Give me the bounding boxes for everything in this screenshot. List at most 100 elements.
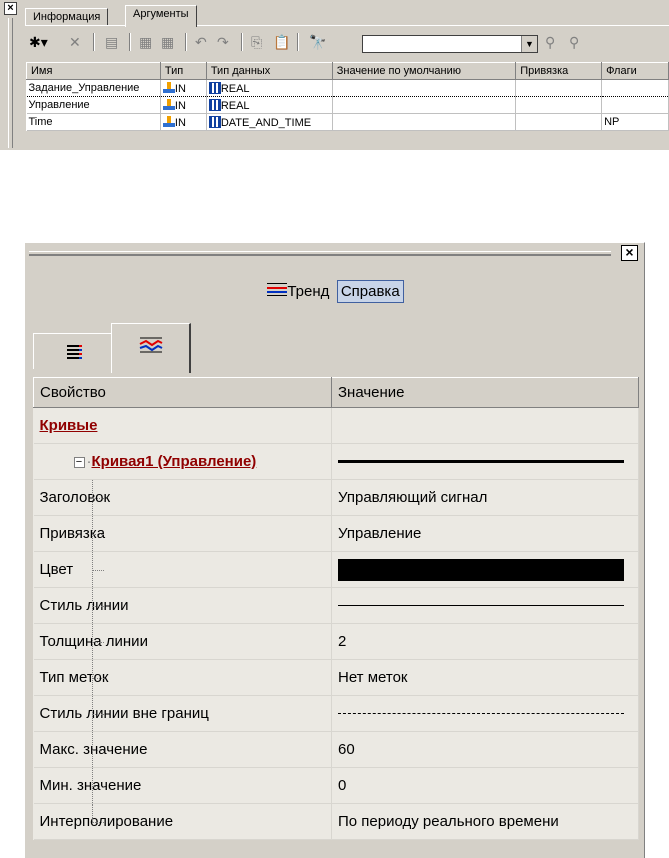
- add-argument-icon[interactable]: ✱▾: [29, 33, 48, 51]
- arg-default[interactable]: [332, 113, 517, 131]
- curve-label[interactable]: Кривая1 (Управление): [92, 453, 257, 470]
- copy-icon[interactable]: ⎘: [251, 33, 262, 51]
- panel-grip[interactable]: [8, 18, 13, 148]
- column-header[interactable]: Свойство: [33, 377, 332, 408]
- find-prev-icon[interactable]: ⚲: [569, 33, 579, 51]
- property-value[interactable]: 2: [338, 633, 346, 650]
- color-swatch[interactable]: [338, 558, 624, 581]
- property-value[interactable]: Управляющий сигнал: [338, 489, 487, 506]
- move-up-icon[interactable]: ▦: [139, 33, 152, 51]
- property-row[interactable]: Интерполирование По периоду реального вре…: [33, 803, 639, 840]
- property-row[interactable]: Толщина линии 2: [33, 623, 639, 660]
- category-row[interactable]: Кривые: [33, 407, 639, 444]
- arg-default[interactable]: [332, 96, 517, 114]
- table-row[interactable]: Time IN DATE_AND_TIME NP: [26, 113, 669, 131]
- property-name: Стиль линии вне границ: [39, 705, 209, 722]
- arg-name[interactable]: Задание_Управление: [26, 79, 161, 97]
- property-value[interactable]: 0: [338, 777, 346, 794]
- chevron-down-icon[interactable]: ▼: [521, 36, 537, 52]
- column-header[interactable]: Значение по умолчанию: [331, 62, 517, 80]
- property-row[interactable]: Макс. значение 60: [33, 731, 639, 768]
- property-name: Мин. значение: [39, 777, 142, 794]
- property-grid: Свойство Значение Кривые − ·Кривая1 (Упра…: [33, 377, 639, 840]
- tab-info[interactable]: Информация: [25, 8, 109, 26]
- tree-line: [91, 713, 104, 715]
- arg-binding[interactable]: [515, 113, 603, 131]
- arg-binding[interactable]: [515, 96, 603, 114]
- column-header[interactable]: Тип: [159, 62, 207, 80]
- input-direction-icon: [162, 81, 175, 93]
- property-name: Интерполирование: [39, 813, 174, 830]
- close-icon[interactable]: ×: [4, 2, 17, 15]
- trend-icon: [139, 337, 163, 353]
- column-header[interactable]: Значение: [331, 377, 639, 408]
- property-row[interactable]: Заголовок Управляющий сигнал: [33, 479, 639, 516]
- arg-default[interactable]: [332, 79, 517, 97]
- help-button[interactable]: Справка: [336, 280, 404, 303]
- toolbar-separator: [93, 33, 95, 51]
- arg-type: DATE_AND_TIME: [220, 116, 312, 129]
- curve-line-preview: [338, 460, 624, 463]
- delete-icon[interactable]: ✕: [69, 33, 81, 51]
- property-value[interactable]: Нет меток: [338, 669, 407, 686]
- datatype-icon: [208, 98, 221, 111]
- arg-name[interactable]: Управление: [26, 96, 161, 114]
- line-style-preview[interactable]: [338, 713, 624, 714]
- arg-name[interactable]: Time: [26, 113, 161, 131]
- tab-list-view[interactable]: [33, 333, 113, 369]
- curve-row[interactable]: − ·Кривая1 (Управление): [33, 443, 639, 480]
- property-value[interactable]: По периоду реального времени: [338, 813, 559, 830]
- move-down-icon[interactable]: ▦: [161, 33, 174, 51]
- tab-arguments[interactable]: Аргументы: [125, 5, 197, 27]
- close-icon[interactable]: ×: [621, 245, 638, 261]
- category-label[interactable]: Кривые: [40, 417, 98, 434]
- arg-flags[interactable]: NP: [601, 113, 669, 131]
- tab-divider: [25, 25, 669, 26]
- toolbar-separator: [185, 33, 187, 51]
- arg-type: REAL: [220, 82, 250, 95]
- tree-line: [91, 677, 104, 679]
- tree-line: [91, 804, 104, 822]
- property-value[interactable]: 60: [338, 741, 355, 758]
- arg-direction: IN: [174, 82, 186, 95]
- find-next-icon[interactable]: ⚲: [545, 33, 555, 51]
- property-value[interactable]: Управление: [338, 525, 421, 542]
- search-input[interactable]: ▼: [362, 35, 538, 53]
- tab-trend-view[interactable]: [111, 323, 191, 373]
- properties-icon[interactable]: ▤: [105, 33, 118, 51]
- column-header[interactable]: Привязка: [515, 62, 603, 80]
- property-row[interactable]: Тип меток Нет меток: [33, 659, 639, 696]
- input-direction-icon: [162, 115, 175, 127]
- property-row[interactable]: Привязка Управление: [33, 515, 639, 552]
- column-header[interactable]: Имя: [26, 62, 161, 80]
- arg-flags[interactable]: [601, 79, 669, 97]
- line-style-preview[interactable]: [338, 605, 624, 606]
- redo-icon[interactable]: ↷: [217, 33, 229, 51]
- property-row[interactable]: Стиль линии: [33, 587, 639, 624]
- property-row[interactable]: Цвет: [33, 551, 639, 588]
- property-row[interactable]: Стиль линии вне границ: [33, 695, 639, 732]
- column-header[interactable]: Тип данных: [205, 62, 333, 80]
- toolbar-separator: [129, 33, 131, 51]
- arg-binding[interactable]: [515, 79, 603, 97]
- tree-line: [91, 497, 104, 499]
- column-header[interactable]: Флаги: [601, 62, 669, 80]
- arg-flags[interactable]: [601, 96, 669, 114]
- tree-line: [91, 605, 104, 607]
- property-row[interactable]: Мин. значение 0: [33, 767, 639, 804]
- table-row[interactable]: Управление IN REAL: [26, 96, 669, 114]
- grid-header-row: Свойство Значение: [33, 377, 639, 408]
- tree-line: [91, 533, 104, 535]
- collapse-icon[interactable]: −: [73, 457, 85, 468]
- table-row[interactable]: Задание_Управление IN REAL: [26, 79, 669, 97]
- toolbar-separator: [241, 33, 243, 51]
- panel-grip[interactable]: [29, 251, 611, 256]
- find-icon[interactable]: 🔭: [309, 33, 326, 51]
- panel-title: Тренд: [287, 283, 330, 300]
- toolbar-separator: [297, 33, 299, 51]
- arg-direction: IN: [174, 116, 186, 129]
- datatype-icon: [208, 81, 221, 94]
- paste-icon[interactable]: 📋: [273, 33, 290, 51]
- table-header-row: Имя Тип Тип данных Значение по умолчанию…: [26, 62, 669, 80]
- undo-icon[interactable]: ↶: [195, 33, 207, 51]
